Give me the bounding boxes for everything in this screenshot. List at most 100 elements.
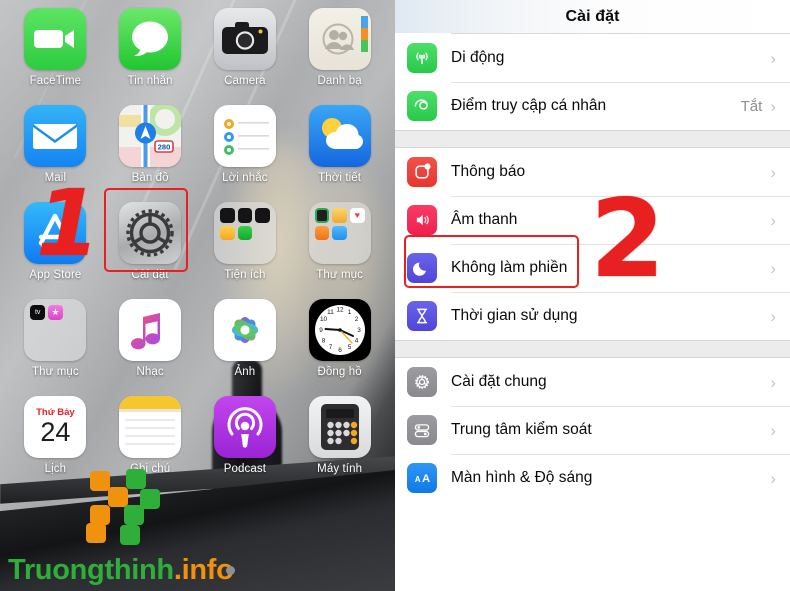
page-indicator-dot[interactable] [226,566,235,575]
settings-row-control-center[interactable]: Trung tâm kiểm soát › [395,406,790,454]
step-1-annotation: 1 [36,170,101,277]
app-calendar[interactable]: Thứ Bảy 24 Lịch [8,390,103,487]
settings-row-label: Màn hình & Độ sáng [451,469,593,486]
calendar-day: 24 [40,416,71,447]
do-not-disturb-icon [407,253,437,283]
app-label: Thư mục [32,366,79,378]
page-title: Cài đặt [565,7,620,25]
mini-app-wallet-icon [314,208,330,223]
app-label: Camera [224,75,266,87]
calendar-icon: Thứ Bảy 24 [24,396,87,458]
settings-row-cellular[interactable]: Di động › [395,34,790,82]
chevron-right-icon: › [770,48,776,68]
screenshot-root: FaceTime Tin nhắn Camera Danh bạ Mail 28… [0,0,790,591]
camera-icon [213,8,276,70]
watermark-logo [86,469,174,545]
app-calculator[interactable]: Máy tính [292,390,387,487]
facetime-icon [24,8,87,70]
app-label: Lời nhắc [222,172,268,184]
mini-empty [66,305,81,320]
group-separator [395,340,790,358]
svg-text:7: 7 [328,344,332,351]
folder-mini-grid: tv ★ [24,299,86,361]
photos-icon [213,299,276,361]
notes-icon [119,396,182,458]
chevron-right-icon: › [770,210,776,230]
settings-row-general[interactable]: Cài đặt chung › [395,358,790,406]
chevron-right-icon: › [770,306,776,326]
group-separator [395,130,790,148]
settings-row-label: Di động [451,49,505,66]
chevron-right-icon: › [770,468,776,488]
app-clock[interactable]: 12 1 2 345 678 9 10 11 Đồng hồ [292,293,387,390]
chevron-right-icon: › [770,372,776,392]
app-label: Danh bạ [317,75,362,87]
mini-app-health-icon: ♥ [349,208,365,223]
app-folder-thu-muc-1[interactable]: ♥ Thư mục [292,196,387,293]
mini-app-books-icon [314,225,330,241]
app-reminders[interactable]: Lời nhắc [198,99,293,196]
settings-row-label: Thời gian sử dụng [451,307,578,324]
mini-app-home-icon [332,208,347,223]
mini-empty [48,340,63,355]
app-folder-tien-ich[interactable]: Tiện ích [198,196,293,293]
mini-empty [30,340,45,355]
watermark-text: Truongthinh.info [8,554,234,587]
svg-text:A: A [415,475,421,484]
folder-icon: tv ★ [24,299,87,361]
svg-text:2: 2 [354,316,358,323]
svg-text:9: 9 [319,327,323,334]
mail-icon [24,105,87,167]
app-contacts[interactable]: Danh bạ [292,2,387,99]
app-label: Tin nhắn [127,75,173,87]
settings-row-label: Không làm phiền [451,259,568,276]
mini-empty [332,243,347,258]
svg-text:A: A [422,473,430,485]
mini-app-itunes-store-icon: ★ [48,305,63,320]
mini-empty [66,340,81,355]
logo-block [86,523,106,543]
svg-text:10: 10 [320,316,328,323]
app-label: Thư mục [316,269,363,281]
app-camera[interactable]: Camera [198,2,293,99]
app-label: Podcast [223,463,266,475]
app-label: Tiện ích [224,269,266,281]
app-maps[interactable]: 280 Bản đồ [103,99,198,196]
app-grid: FaceTime Tin nhắn Camera Danh bạ Mail 28… [0,0,395,591]
app-label: Thời tiết [318,172,362,184]
app-folder-thu-muc-2[interactable]: tv ★ Thư mục [8,293,103,390]
app-label: Lịch [44,463,67,475]
app-weather[interactable]: Thời tiết [292,99,387,196]
app-photos[interactable]: Ảnh [198,293,293,390]
folder-mini-grid [214,202,276,264]
app-messages[interactable]: Tin nhắn [103,2,198,99]
svg-text:6: 6 [338,347,342,354]
app-settings[interactable]: Cài đặt [103,196,198,293]
mini-empty [66,323,81,338]
watermark-text-dot: . [173,554,182,586]
mini-app-tips-icon [219,225,235,241]
app-label: Ảnh [234,366,256,378]
mini-empty [350,226,365,241]
logo-block [120,525,140,545]
svg-text:1: 1 [347,309,351,316]
folder-icon: ♥ [308,202,371,264]
app-music[interactable]: Nhạc [103,293,198,390]
watermark: Truongthinh.info [8,469,235,587]
logo-block [90,505,110,525]
svg-text:280: 280 [158,143,171,152]
app-podcast[interactable]: Podcast [198,390,293,487]
logo-block [124,505,144,525]
folder-icon [213,202,276,264]
folder-mini-grid: ♥ [309,202,371,264]
app-label: Bản đồ [131,172,169,184]
settings-row-personal-hotspot[interactable]: Điểm truy cập cá nhân Tắt › [395,82,790,130]
svg-text:4: 4 [354,338,358,345]
settings-nav-bar: Cài đặt [395,0,790,33]
mini-empty [350,243,365,258]
general-gear-icon [407,367,437,397]
settings-row-display-brightness[interactable]: A A Màn hình & Độ sáng › [395,454,790,502]
mini-app-compass-icon [237,208,253,223]
settings-row-label: Âm thanh [451,211,518,228]
app-facetime[interactable]: FaceTime [8,2,103,99]
